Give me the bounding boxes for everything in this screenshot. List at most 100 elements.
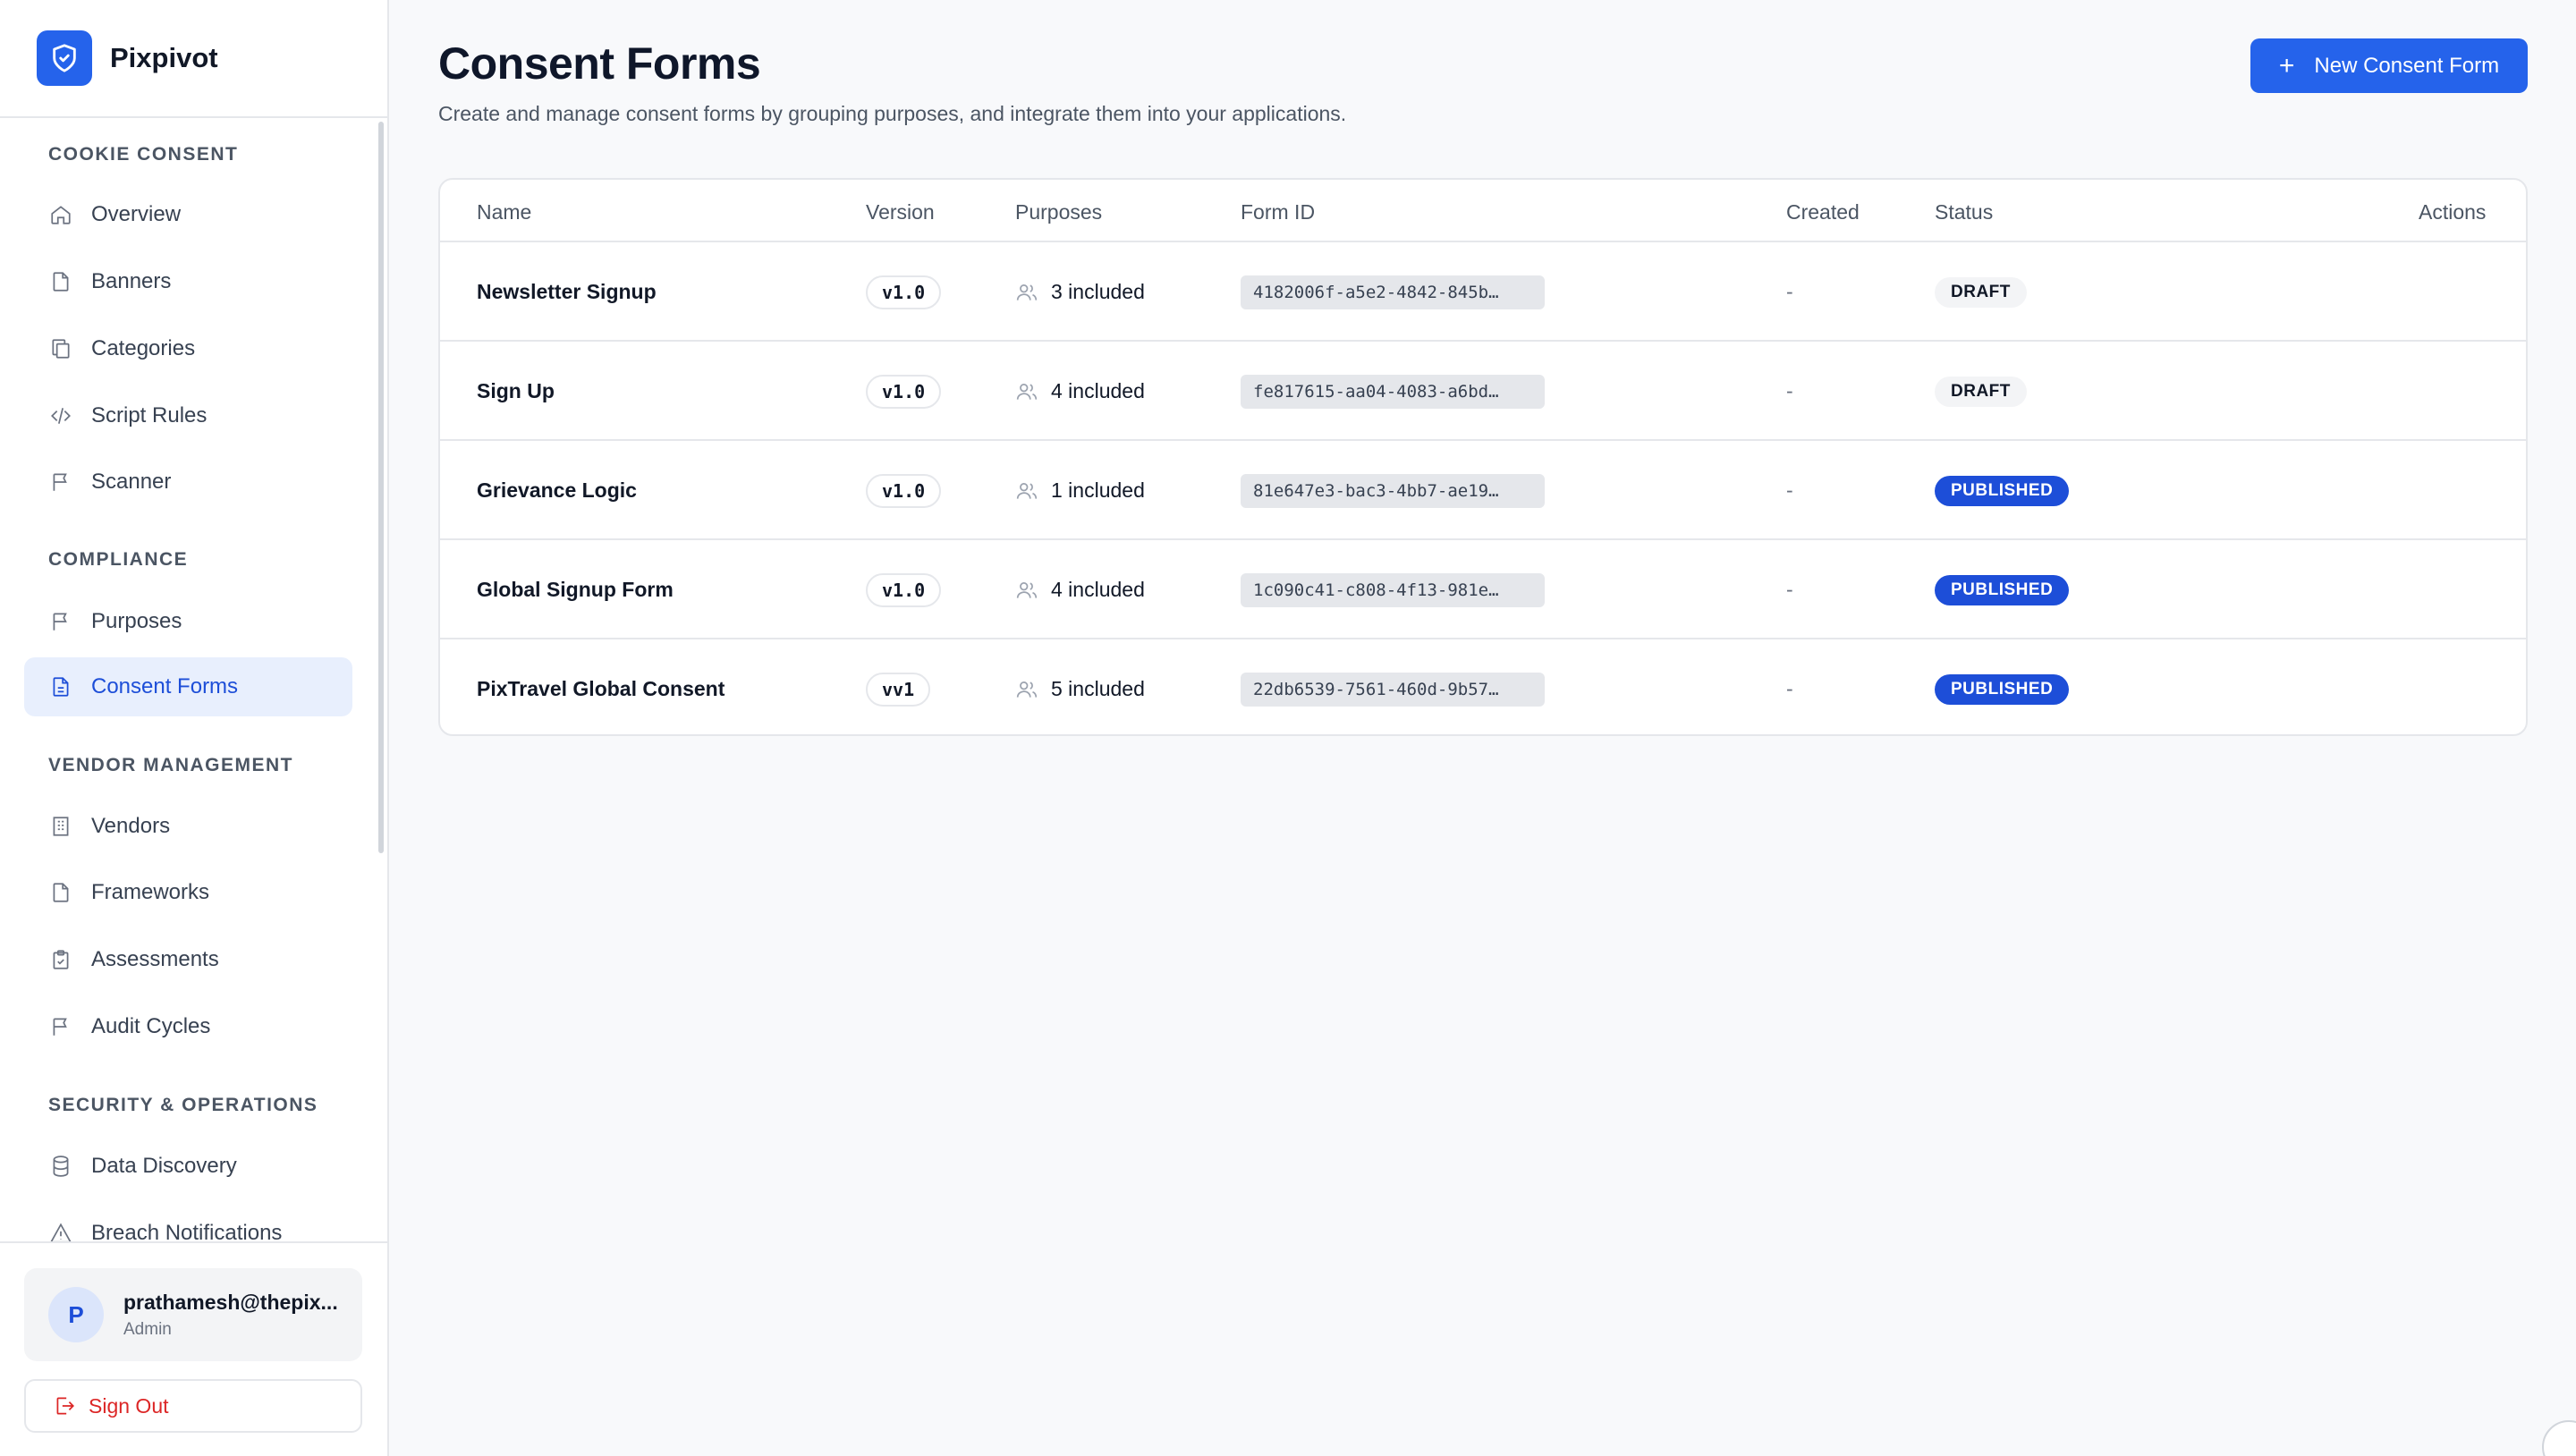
users-icon [1016,581,1038,598]
flag-icon [48,470,73,495]
form-id-code[interactable]: fe817615-aa04-4083-a6bd… [1241,374,1545,409]
version-badge: v1.0 [866,572,942,607]
form-id-code[interactable]: 81e647e3-bac3-4bb7-ae19… [1241,473,1545,508]
form-name[interactable]: Grievance Logic [477,478,637,503]
cell-status: PUBLISHED [1935,540,2070,639]
sidebar-item-label: Consent Forms [91,674,239,698]
cell-created: - [1786,540,1793,639]
table-header: Name Version Purposes Form ID Created St… [440,180,2526,242]
sidebar-item-data-discovery[interactable]: Data Discovery [24,1137,352,1196]
sidebar-item-overview[interactable]: Overview [24,185,352,244]
sidebar-item-label: Categories [91,336,196,360]
table-row[interactable]: Sign Up v1.0 4 included fe817615-aa04-4083-… [440,342,2526,441]
created-value: - [1786,478,1793,502]
form-id-code[interactable]: 22db6539-7561-460d-9b57… [1241,672,1545,707]
cell-status: DRAFT [1935,242,2027,342]
user-info: prathamesh@thepix... Admin [123,1291,338,1340]
purposes-count: 3 included [1051,280,1145,303]
cell-purposes: 5 included [1015,639,1145,734]
building-icon [48,814,73,839]
cell-purposes: 3 included [1015,242,1145,342]
status-badge: DRAFT [1935,376,2027,407]
new-consent-form-button[interactable]: + New Consent Form [2250,38,2528,93]
cell-form-id: 22db6539-7561-460d-9b57… [1241,639,1545,734]
header-version[interactable]: Version [866,200,935,224]
log-out-icon [56,1397,74,1415]
copy-icon [48,336,73,361]
avatar: P [48,1287,104,1342]
sidebar-item-breach-notifications[interactable]: Breach Notifications [24,1204,352,1241]
home-icon [48,202,73,227]
cell-version: v1.0 [866,342,942,441]
form-name[interactable]: Global Signup Form [477,578,674,602]
cell-name: Newsletter Signup [477,242,657,342]
users-icon [1016,681,1038,698]
sidebar-item-purposes[interactable]: Purposes [24,592,352,651]
users-icon [1016,482,1038,499]
cell-status: PUBLISHED [1935,639,2070,734]
form-id-code[interactable]: 4182006f-a5e2-4842-845b… [1241,275,1545,309]
cell-name: PixTravel Global Consent [477,639,724,734]
sidebar-item-categories[interactable]: Categories [24,319,352,378]
sidebar-item-scanner[interactable]: Scanner [24,453,352,512]
file-icon [48,880,73,905]
help-widget[interactable] [2542,1420,2576,1456]
header-created[interactable]: Created [1786,200,1860,224]
sidebar-nav: COOKIE CONSENT Overview Banners Categori… [0,120,387,1241]
status-badge: PUBLISHED [1935,574,2070,605]
form-id-code[interactable]: 1c090c41-c808-4f13-981e… [1241,572,1545,607]
cell-form-id: 81e647e3-bac3-4bb7-ae19… [1241,441,1545,540]
sidebar-scrollbar[interactable] [378,122,384,853]
code-icon [48,403,73,428]
section-label-cookie-consent: COOKIE CONSENT [48,144,239,165]
version-badge: v1.0 [866,374,942,409]
cell-purposes: 1 included [1015,441,1145,540]
sidebar-item-label: Frameworks [91,880,210,904]
sidebar-item-assessments[interactable]: Assessments [24,930,352,989]
database-icon [48,1154,73,1179]
sidebar-item-frameworks[interactable]: Frameworks [24,863,352,922]
users-icon [1016,383,1038,400]
sidebar-item-banners[interactable]: Banners [24,252,352,311]
user-area: P prathamesh@thepix... Admin Sign Out [0,1241,387,1456]
sidebar-item-audit-cycles[interactable]: Audit Cycles [24,997,352,1056]
purposes-count: 5 included [1051,677,1145,700]
sidebar-item-label: Assessments [91,947,219,971]
sidebar-item-label: Vendors [91,814,171,838]
sidebar-item-label: Audit Cycles [91,1014,211,1038]
purposes-count: 1 included [1051,478,1145,502]
cell-created: - [1786,639,1793,734]
table-row[interactable]: PixTravel Global Consent vv1 5 included 22d… [440,639,2526,734]
cell-purposes: 4 included [1015,342,1145,441]
header-form-id[interactable]: Form ID [1241,200,1315,224]
user-card[interactable]: P prathamesh@thepix... Admin [24,1268,362,1361]
form-name[interactable]: PixTravel Global Consent [477,677,724,701]
form-name[interactable]: Newsletter Signup [477,280,657,304]
user-role: Admin [123,1319,172,1339]
sidebar-item-script-rules[interactable]: Script Rules [24,386,352,445]
created-value: - [1786,677,1793,700]
alert-icon [48,1221,73,1241]
header-purposes[interactable]: Purposes [1015,200,1102,224]
cell-form-id: 4182006f-a5e2-4842-845b… [1241,242,1545,342]
shield-check-icon[interactable] [37,30,92,86]
sign-out-button[interactable]: Sign Out [24,1379,362,1433]
cell-form-id: 1c090c41-c808-4f13-981e… [1241,540,1545,639]
consent-forms-table: Name Version Purposes Form ID Created St… [438,178,2528,736]
section-label-security-operations: SECURITY & OPERATIONS [48,1095,318,1115]
cell-version: v1.0 [866,540,942,639]
sidebar-item-consent-forms[interactable]: Consent Forms [24,657,352,716]
table-row[interactable]: Global Signup Form v1.0 4 included 1c090c41… [440,540,2526,639]
table-row[interactable]: Grievance Logic v1.0 1 included 81e647e3-ba… [440,441,2526,540]
brand-name: Pixpivot [110,42,218,73]
page-subtitle: Create and manage consent forms by group… [438,102,1347,125]
sidebar-item-vendors[interactable]: Vendors [24,797,352,856]
cell-created: - [1786,342,1793,441]
sidebar-item-label: Scanner [91,470,172,494]
version-badge: vv1 [866,672,931,707]
header-status[interactable]: Status [1935,200,1993,224]
header-name[interactable]: Name [477,200,531,224]
form-name[interactable]: Sign Up [477,379,555,403]
table-row[interactable]: Newsletter Signup v1.0 3 included 4182006f-… [440,242,2526,342]
sign-out-label: Sign Out [89,1393,169,1418]
